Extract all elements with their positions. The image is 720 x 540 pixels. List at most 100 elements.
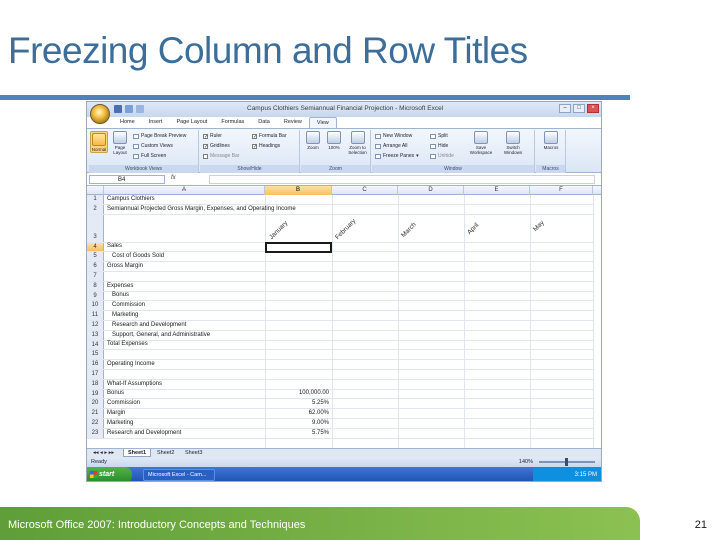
- office-button[interactable]: [90, 104, 110, 124]
- row-header[interactable]: 4: [87, 242, 104, 252]
- cell-a[interactable]: What-If Assumptions: [107, 381, 162, 387]
- name-box[interactable]: B4: [89, 175, 165, 184]
- taskbar-excel-item[interactable]: Microsoft Excel - Cam...: [143, 469, 215, 481]
- tab-insert[interactable]: Insert: [142, 117, 170, 128]
- cell-a[interactable]: Research and Development: [107, 322, 186, 328]
- row-header[interactable]: 3: [87, 214, 104, 242]
- cell-b[interactable]: 100,000.00: [265, 390, 331, 396]
- row-header[interactable]: 15: [87, 350, 104, 360]
- row-header[interactable]: 9: [87, 291, 104, 301]
- cell-a[interactable]: Bonus: [107, 292, 129, 298]
- cell-b[interactable]: 62.00%: [265, 410, 331, 416]
- cell-a[interactable]: Commission: [107, 302, 145, 308]
- cell-b[interactable]: 5.75%: [265, 430, 331, 436]
- cell-a[interactable]: Gross Margin: [107, 263, 143, 269]
- tab-home[interactable]: Home: [113, 117, 142, 128]
- column-header-c[interactable]: C: [332, 186, 398, 195]
- redo-icon[interactable]: [136, 105, 144, 113]
- unhide-button[interactable]: Unhide: [430, 153, 454, 159]
- cell-a[interactable]: Marketing: [107, 312, 138, 318]
- cell-a[interactable]: Semiannual Projected Gross Margin, Expen…: [107, 206, 296, 212]
- column-header-f[interactable]: F: [530, 186, 593, 195]
- row-header[interactable]: 16: [87, 360, 104, 369]
- cell-a[interactable]: Sales: [107, 243, 122, 249]
- page-break-preview-button[interactable]: Page Break Preview: [133, 133, 186, 139]
- cell-a[interactable]: Total Expenses: [107, 341, 148, 347]
- fx-icon[interactable]: fx: [171, 175, 176, 181]
- formula-bar-checkbox[interactable]: ✓ Formula Bar: [252, 133, 287, 139]
- normal-view-button[interactable]: Normal: [90, 131, 108, 153]
- row-header[interactable]: 23: [87, 428, 104, 438]
- active-cell-b4[interactable]: [265, 241, 332, 253]
- zoom-to-selection-button[interactable]: Zoom to Selection: [346, 131, 369, 155]
- row-header[interactable]: 11: [87, 311, 104, 320]
- tab-review[interactable]: Review: [277, 117, 309, 128]
- row-header[interactable]: 18: [87, 379, 104, 389]
- cell-b[interactable]: 9.00%: [265, 420, 331, 426]
- zoom-button[interactable]: Zoom: [304, 131, 322, 150]
- custom-views-button[interactable]: Custom Views: [133, 143, 173, 149]
- cell-a[interactable]: Campus Clothiers: [107, 196, 155, 202]
- column-header-d[interactable]: D: [398, 186, 464, 195]
- full-screen-button[interactable]: Full Screen: [133, 153, 166, 159]
- zoom-100-button[interactable]: 100%: [325, 131, 343, 150]
- column-header-b[interactable]: B: [265, 186, 332, 195]
- freeze-panes-button[interactable]: Freeze Panes ▾: [375, 153, 419, 159]
- split-button[interactable]: Split: [430, 133, 448, 139]
- corner-select-all[interactable]: [87, 186, 104, 195]
- column-header-e[interactable]: E: [464, 186, 530, 195]
- row-header[interactable]: 1: [87, 195, 104, 204]
- row-header[interactable]: 12: [87, 321, 104, 330]
- vertical-scrollbar-top[interactable]: [593, 186, 601, 195]
- row-header[interactable]: 19: [87, 389, 104, 399]
- sheet-tab-3[interactable]: Sheet3: [181, 449, 206, 457]
- cell-a[interactable]: Operating Income: [107, 361, 155, 367]
- minimize-button[interactable]: –: [559, 104, 571, 113]
- row-header[interactable]: 20: [87, 399, 104, 409]
- zoom-level[interactable]: 140%: [519, 457, 533, 467]
- ruler-checkbox[interactable]: ✓ Ruler: [203, 133, 222, 139]
- message-bar-checkbox[interactable]: Message Bar: [203, 153, 239, 159]
- cell-a[interactable]: Margin: [107, 410, 125, 416]
- cell-a[interactable]: Commission: [107, 400, 140, 406]
- cell-a[interactable]: Support, General, and Administrative: [107, 332, 210, 338]
- tab-view[interactable]: View: [308, 117, 337, 128]
- switch-windows-button[interactable]: Switch Windows: [498, 131, 528, 155]
- undo-icon[interactable]: [125, 105, 133, 113]
- hide-button[interactable]: Hide: [430, 143, 448, 149]
- row-header[interactable]: 6: [87, 262, 104, 271]
- close-button[interactable]: ×: [587, 104, 599, 113]
- macros-button[interactable]: Macros: [540, 131, 562, 150]
- start-button[interactable]: start: [87, 467, 132, 481]
- row-header[interactable]: 14: [87, 340, 104, 350]
- cell-a[interactable]: Research and Development: [107, 430, 181, 436]
- row-header[interactable]: 7: [87, 272, 104, 281]
- page-layout-view-button[interactable]: Page Layout: [111, 131, 129, 155]
- tab-data[interactable]: Data: [251, 117, 277, 128]
- cell-a[interactable]: Cost of Goods Sold: [107, 253, 164, 259]
- row-header[interactable]: 2: [87, 204, 104, 214]
- maximize-button[interactable]: □: [573, 104, 585, 113]
- row-header[interactable]: 8: [87, 281, 104, 291]
- row-header[interactable]: 13: [87, 330, 104, 340]
- row-header[interactable]: 5: [87, 252, 104, 262]
- tab-formulas[interactable]: Formulas: [214, 117, 251, 128]
- tab-page-layout[interactable]: Page Layout: [169, 117, 214, 128]
- row-header[interactable]: 22: [87, 419, 104, 428]
- save-workspace-button[interactable]: Save Workspace: [468, 131, 494, 155]
- sheet-tab-2[interactable]: Sheet2: [153, 449, 178, 457]
- cell-a[interactable]: Marketing: [107, 420, 133, 426]
- new-window-button[interactable]: New Window: [375, 133, 412, 139]
- cell-b[interactable]: 5.25%: [265, 400, 331, 406]
- gridlines-checkbox[interactable]: ✓ Gridlines: [203, 143, 230, 149]
- cell-a[interactable]: Bonus: [107, 390, 124, 396]
- headings-checkbox[interactable]: ✓ Headings: [252, 143, 280, 149]
- arrange-all-button[interactable]: Arrange All: [375, 143, 407, 149]
- sheet-nav-arrows[interactable]: ◂◂ ◂ ▸ ▸▸: [89, 449, 118, 457]
- column-header-a[interactable]: A: [104, 186, 265, 195]
- formula-input[interactable]: [209, 175, 595, 184]
- sheet-tab-1[interactable]: Sheet1: [123, 449, 152, 457]
- save-icon[interactable]: [114, 105, 122, 113]
- row-header[interactable]: 21: [87, 409, 104, 418]
- row-header[interactable]: 17: [87, 370, 104, 379]
